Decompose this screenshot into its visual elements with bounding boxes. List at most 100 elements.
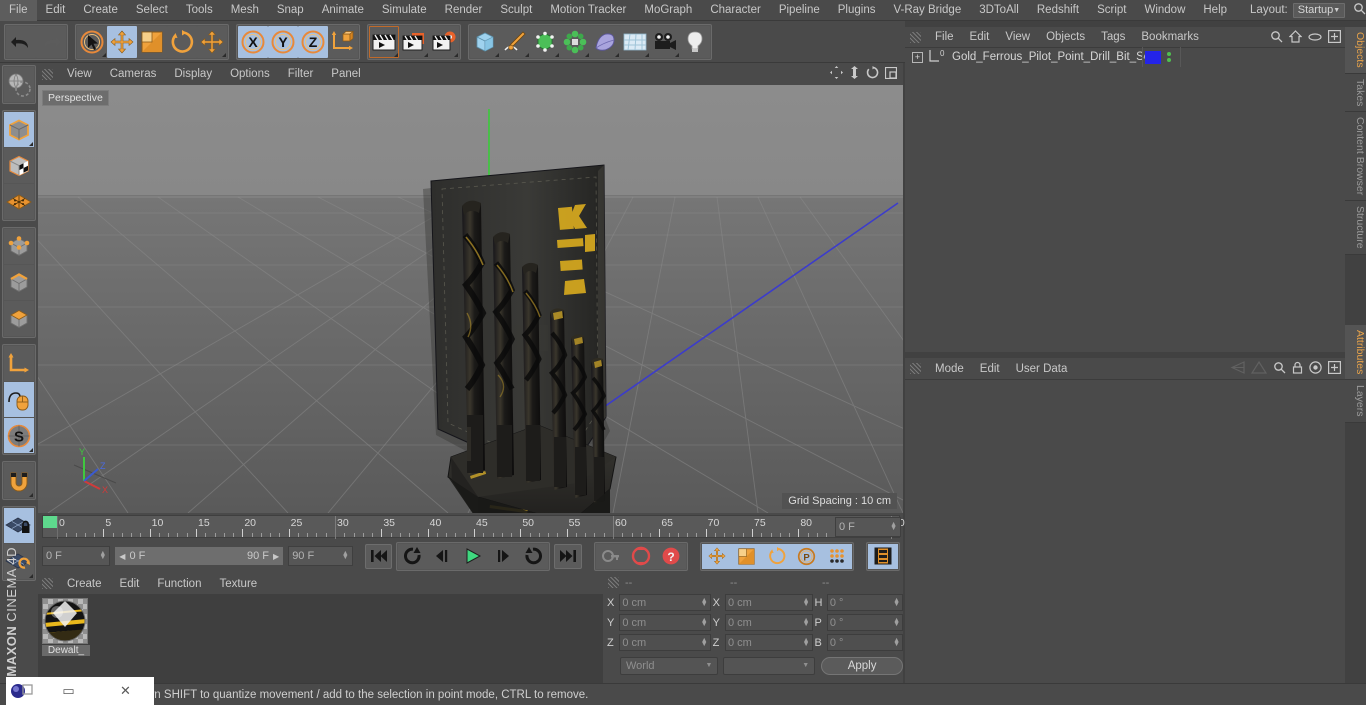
viewport-menu-filter[interactable]: Filter (279, 63, 323, 85)
rotation-h-field[interactable]: 0 ° ▲ ▼ (826, 594, 903, 611)
menu-item-pipeline[interactable]: Pipeline (770, 0, 829, 21)
menu-item-redshift[interactable]: Redshift (1028, 0, 1088, 21)
tab-layers[interactable]: Layers (1345, 380, 1366, 423)
lock-z-axis-button[interactable]: Z (298, 25, 328, 58)
spinner-icon[interactable]: ▲ ▼ (99, 550, 106, 561)
lock-y-axis-button[interactable]: Y (268, 25, 298, 58)
material-menu-function[interactable]: Function (148, 578, 210, 590)
go-to-start-button[interactable] (364, 543, 393, 569)
search-icon[interactable] (1273, 361, 1286, 377)
timeline-ruler[interactable]: 051015202530354045505560657075808590 (42, 515, 905, 539)
rotate-view-icon[interactable] (866, 66, 879, 82)
ellipse-icon[interactable] (1308, 32, 1322, 45)
end-frame-field[interactable]: 90 F ▲ ▼ (288, 546, 353, 566)
menu-item-vray-bridge[interactable]: V-Ray Bridge (884, 0, 970, 21)
menu-item-simulate[interactable]: Simulate (373, 0, 436, 21)
lock-x-axis-button[interactable]: X (238, 25, 268, 58)
viewport-solo-button[interactable] (4, 382, 34, 417)
attribute-menu-edit[interactable]: Edit (972, 363, 1008, 375)
viewport-menu-options[interactable]: Options (221, 63, 279, 85)
viewport-menu-cameras[interactable]: Cameras (101, 63, 166, 85)
range-right-arrow-icon[interactable]: ▶ (273, 552, 279, 561)
material-list[interactable]: Dewalt_ (38, 594, 603, 683)
viewport-menu-view[interactable]: View (58, 63, 101, 85)
expand-toggle-icon[interactable]: + (912, 51, 923, 63)
size-x-field[interactable]: 0 cm ▲ ▼ (724, 594, 813, 611)
position-key-button[interactable] (701, 543, 732, 569)
rotation-key-button[interactable] (761, 543, 792, 569)
scale-tool[interactable] (137, 25, 167, 58)
object-row[interactable]: + 0 Gold_Ferrous_Pilot_Point_Drill_Bit_S… (905, 47, 1345, 67)
position-y-field[interactable]: 0 cm ▲ ▼ (619, 614, 711, 631)
menu-item-character[interactable]: Character (701, 0, 770, 21)
object-menu-objects[interactable]: Objects (1038, 31, 1093, 43)
spinner-icon[interactable]: ▲ ▼ (342, 550, 349, 561)
object-menu-tags[interactable]: Tags (1093, 31, 1133, 43)
add-spline-button[interactable] (500, 25, 530, 58)
spinner-icon[interactable]: ▲ ▼ (701, 617, 708, 628)
lock-icon[interactable] (1292, 361, 1303, 377)
current-frame-field[interactable]: 0 F ▲ ▼ (42, 546, 111, 566)
menu-item-create[interactable]: Create (74, 0, 127, 21)
texture-mode-button[interactable] (4, 148, 34, 183)
rotation-p-field[interactable]: 0 ° ▲ ▼ (826, 614, 903, 631)
add-generator-button[interactable] (530, 25, 560, 58)
points-mode-button[interactable] (4, 229, 34, 264)
previous-keyframe-button[interactable] (398, 543, 429, 569)
object-menu-edit[interactable]: Edit (962, 31, 998, 43)
menu-item-help[interactable]: Help (1194, 0, 1236, 21)
redo-attr-icon[interactable] (1250, 360, 1268, 377)
panel-grip-icon[interactable] (608, 577, 619, 588)
object-axis-mode-button[interactable] (4, 346, 34, 381)
size-z-field[interactable]: 0 cm ▲ ▼ (724, 634, 813, 651)
spinner-icon[interactable]: ▲ ▼ (893, 617, 900, 628)
spinner-icon[interactable]: ▲ ▼ (803, 597, 810, 608)
tab-structure[interactable]: Structure (1345, 201, 1366, 255)
workplane-mode-button[interactable] (4, 184, 34, 219)
move-tool[interactable] (107, 25, 137, 58)
spinner-icon[interactable]: ▲ ▼ (890, 521, 897, 532)
keyframe-selection-button[interactable]: ? (655, 543, 686, 569)
render-to-picture-viewer-button[interactable] (399, 25, 429, 58)
menu-item-select[interactable]: Select (127, 0, 177, 21)
position-z-field[interactable]: 0 cm ▲ ▼ (619, 634, 711, 651)
menu-item-animate[interactable]: Animate (313, 0, 373, 21)
range-left-arrow-icon[interactable]: ◀ (119, 552, 125, 561)
layout-select[interactable]: Startup ▼ (1292, 2, 1346, 18)
tab-takes[interactable]: Takes (1345, 73, 1366, 113)
menu-item-window[interactable]: Window (1135, 0, 1194, 21)
world-object-coordinates-button[interactable] (328, 25, 358, 58)
menu-item-script[interactable]: Script (1088, 0, 1135, 21)
undo-button[interactable] (6, 25, 36, 58)
material-menu-edit[interactable]: Edit (111, 578, 149, 590)
timeline-playhead[interactable] (43, 516, 57, 528)
viewport-menu-display[interactable]: Display (165, 63, 221, 85)
add-light-button[interactable] (680, 25, 710, 58)
spinner-icon[interactable]: ▲ ▼ (893, 597, 900, 608)
menu-item-mesh[interactable]: Mesh (222, 0, 268, 21)
cinema4d-icon[interactable] (6, 682, 40, 700)
tab-attributes[interactable]: Attributes (1345, 324, 1366, 381)
universal-move-tool[interactable] (197, 25, 227, 58)
add-deformer-button[interactable] (560, 25, 590, 58)
point-level-animation-button[interactable] (821, 543, 852, 569)
menu-item-3dtoall[interactable]: 3DToAll (970, 0, 1028, 21)
timeline-button[interactable] (867, 543, 898, 569)
object-color-swatch[interactable] (1145, 50, 1161, 64)
position-x-field[interactable]: 0 cm ▲ ▼ (619, 594, 711, 611)
add-environment-button[interactable] (620, 25, 650, 58)
step-back-button[interactable] (428, 543, 459, 569)
spinner-icon[interactable]: ▲ ▼ (701, 637, 708, 648)
timeline-frame-field-right[interactable]: 0 F ▲ ▼ (835, 517, 901, 537)
render-view-button[interactable] (369, 25, 399, 58)
material-item[interactable]: Dewalt_ (42, 598, 90, 656)
object-menu-file[interactable]: File (927, 31, 962, 43)
workplane-lock-button[interactable] (4, 508, 34, 543)
plus-box-icon[interactable] (1328, 30, 1342, 46)
magnet-tool-button[interactable] (4, 463, 34, 498)
play-button[interactable] (458, 543, 489, 569)
object-tree[interactable]: + 0 Gold_Ferrous_Pilot_Point_Drill_Bit_S… (905, 47, 1345, 352)
menu-item-plugins[interactable]: Plugins (829, 0, 885, 21)
search-icon[interactable] (1353, 2, 1366, 18)
render-settings-button[interactable] (429, 25, 459, 58)
